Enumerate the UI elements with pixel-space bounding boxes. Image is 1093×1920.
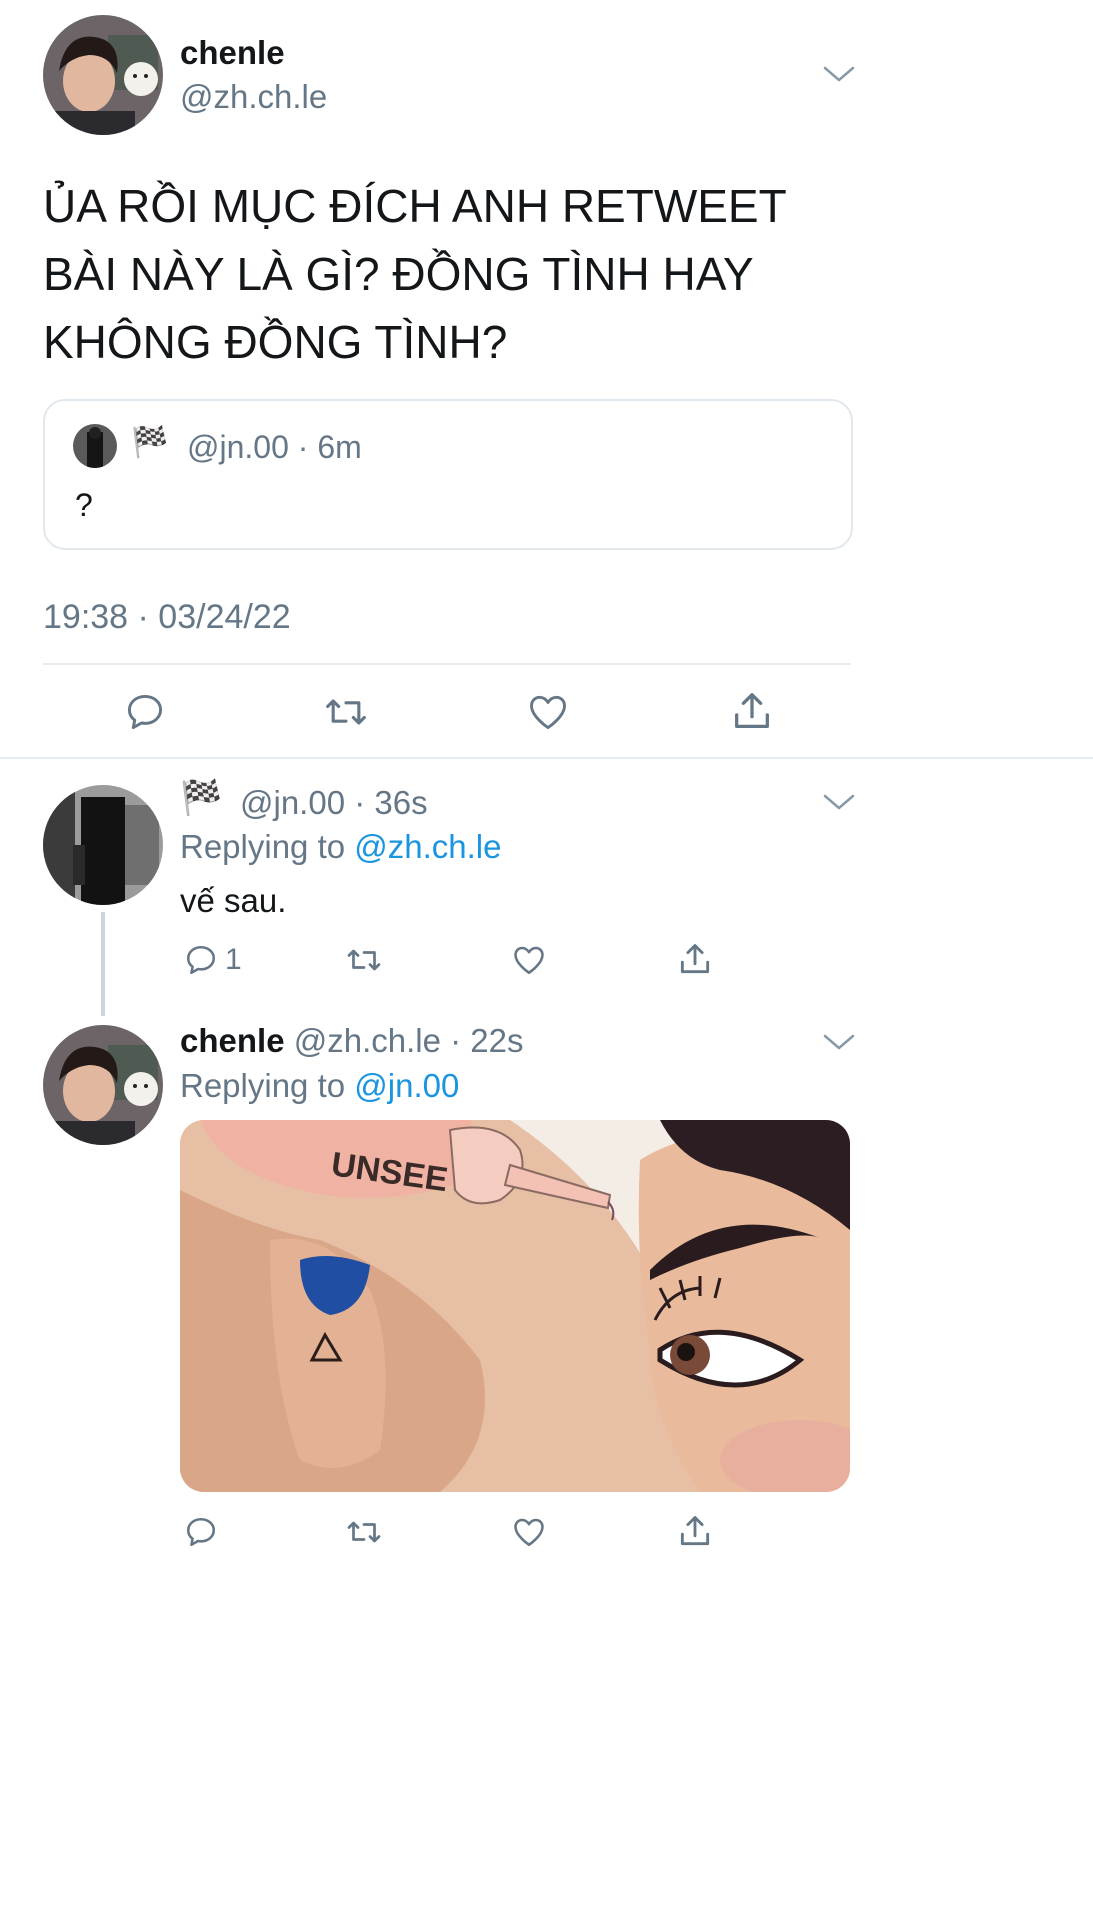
quoted-handle-time: @jn.00 · 6m: [187, 429, 362, 465]
reply1-handle-time[interactable]: @jn.00 · 36s: [240, 784, 428, 822]
reply-button[interactable]: 1: [183, 942, 242, 978]
divider: [43, 663, 851, 665]
quoted-text: ?: [75, 487, 93, 523]
tweet-text: ỦA RỒI MỤC ĐÍCH ANH RETWEET BÀI NÀY LÀ G…: [43, 172, 863, 376]
author-display-name[interactable]: chenle: [180, 34, 285, 72]
heart-icon: [530, 695, 566, 730]
retweet-button[interactable]: [344, 942, 384, 978]
reply-icon: [127, 694, 163, 730]
reply-count: 1: [225, 943, 242, 976]
reply-icon: [186, 1517, 216, 1547]
heart-icon: [514, 946, 544, 975]
tweet-text-line: BÀI NÀY LÀ GÌ? ĐỒNG TÌNH HAY: [43, 248, 754, 300]
reply2-header: chenle @zh.ch.le · 22s: [180, 1022, 523, 1060]
retweet-button[interactable]: [344, 1514, 384, 1550]
reply-button[interactable]: [183, 1514, 219, 1550]
replying-to-link[interactable]: @zh.ch.le: [354, 828, 501, 865]
avatar-chenle[interactable]: [43, 1025, 163, 1145]
like-button[interactable]: [511, 1514, 547, 1550]
like-button[interactable]: [525, 690, 571, 734]
quoted-tweet-card[interactable]: 🏁 @jn.00 · 6m ?: [43, 399, 853, 550]
share-button[interactable]: [729, 688, 775, 734]
section-divider: [0, 757, 1093, 759]
thread-line: [101, 912, 105, 1016]
retweet-icon: [326, 699, 366, 725]
retweet-icon: [347, 949, 381, 971]
reply2-handle-time[interactable]: @zh.ch.le · 22s: [294, 1022, 524, 1059]
flag-icon: 🏁: [131, 426, 169, 459]
tweet-text-line: KHÔNG ĐỒNG TÌNH?: [43, 316, 508, 368]
reply2-display-name[interactable]: chenle: [180, 1022, 285, 1059]
retweet-icon: [347, 1521, 381, 1543]
retweet-button[interactable]: [322, 690, 370, 734]
reply-button[interactable]: [123, 690, 167, 734]
share-button[interactable]: [676, 940, 714, 978]
tweet-text-line: ỦA RỒI MỤC ĐÍCH ANH RETWEET: [43, 180, 787, 232]
avatar-jn00[interactable]: [43, 785, 163, 905]
share-icon: [680, 1516, 710, 1546]
share-button[interactable]: [676, 1512, 714, 1550]
chevron-down-icon[interactable]: [822, 64, 856, 84]
share-icon: [735, 693, 769, 728]
tweet-timestamp[interactable]: 19:38 · 03/24/22: [43, 598, 291, 637]
like-button[interactable]: [511, 942, 547, 978]
flag-icon: 🏁: [180, 779, 223, 817]
avatar-chenle[interactable]: [43, 15, 163, 135]
quoted-avatar: [73, 424, 117, 468]
attached-image[interactable]: UNSEE: [180, 1120, 850, 1492]
chevron-down-icon[interactable]: [822, 1032, 856, 1052]
reply1-text: vế sau.: [180, 882, 287, 919]
heart-icon: [514, 1518, 544, 1547]
share-icon: [680, 944, 710, 974]
author-handle[interactable]: @zh.ch.le: [180, 78, 327, 116]
replying-prefix: Replying to: [180, 828, 355, 865]
replying-to: Replying to @zh.ch.le: [180, 828, 502, 866]
replying-to: Replying to @jn.00: [180, 1067, 459, 1105]
replying-to-link[interactable]: @jn.00: [354, 1067, 459, 1104]
reply-icon: [183, 942, 219, 978]
replying-prefix: Replying to: [180, 1067, 355, 1104]
chevron-down-icon[interactable]: [822, 792, 856, 812]
